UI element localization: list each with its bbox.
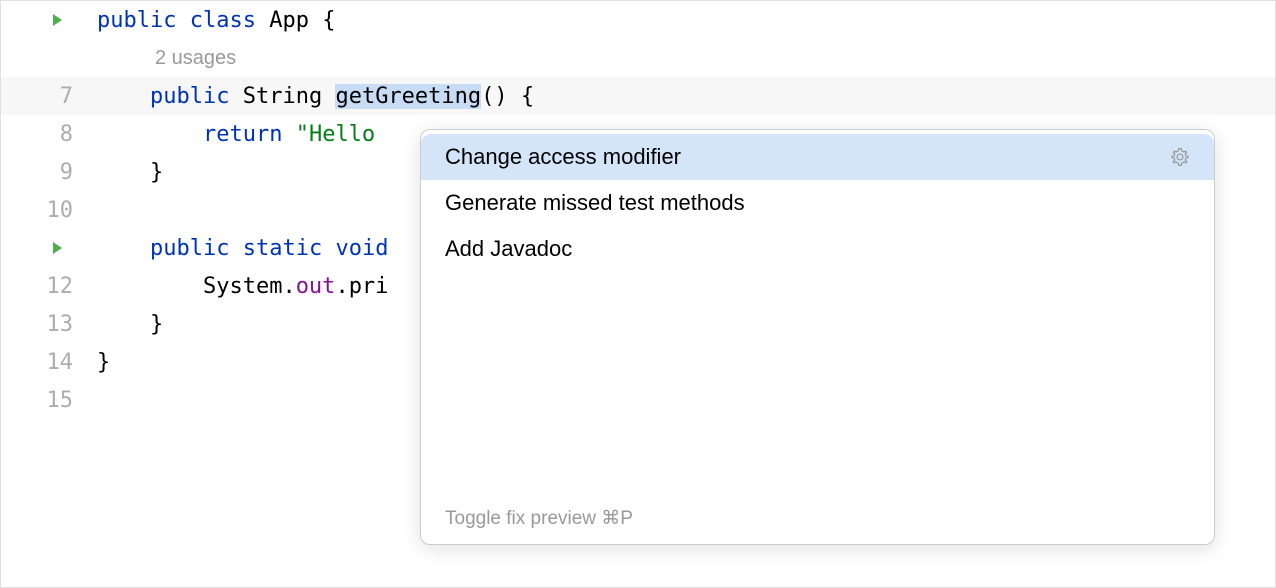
- keyword: class: [190, 8, 256, 33]
- line-number: 15: [1, 381, 81, 419]
- line-number: 14: [1, 343, 81, 381]
- popup-item-generate-tests[interactable]: Generate missed test methods: [421, 180, 1214, 226]
- dot: .: [335, 274, 348, 299]
- run-icon[interactable]: [49, 1, 65, 39]
- popup-footer-hint: Toggle fix preview ⌘P: [421, 497, 1214, 544]
- gear-icon[interactable]: [1170, 147, 1190, 167]
- brace: {: [309, 8, 336, 33]
- gutter-cell[interactable]: [1, 1, 97, 39]
- code-line[interactable]: public class App {: [97, 1, 1275, 39]
- identifier: System.: [203, 274, 296, 299]
- keyword: public: [150, 236, 229, 261]
- line-number: 8: [1, 115, 81, 153]
- line-number: 13: [1, 305, 81, 343]
- popup-item-add-javadoc[interactable]: Add Javadoc: [421, 226, 1214, 272]
- identifier-partial: pri: [349, 274, 389, 299]
- brace: }: [150, 160, 163, 185]
- gutter-cell[interactable]: [1, 229, 97, 267]
- brace: }: [150, 312, 163, 337]
- line-number: 12: [1, 267, 81, 305]
- usages-hint[interactable]: 2 usages: [97, 39, 236, 77]
- keyword: public: [97, 8, 176, 33]
- gutter-cell: [1, 39, 97, 77]
- class-name: App: [269, 8, 309, 33]
- run-icon[interactable]: [49, 229, 65, 267]
- field: out: [296, 274, 336, 299]
- code-line[interactable]: public String getGreeting() {: [97, 77, 1275, 115]
- popup-item-change-access-modifier[interactable]: Change access modifier: [421, 134, 1214, 180]
- line-number: 7: [1, 77, 81, 115]
- params: () {: [481, 84, 534, 109]
- keyword: static: [243, 236, 322, 261]
- popup-item-label: Change access modifier: [445, 144, 681, 170]
- selected-method-name: getGreeting: [335, 84, 481, 109]
- keyword: public: [150, 84, 229, 109]
- type: String: [243, 84, 322, 109]
- line-number: 10: [1, 191, 81, 229]
- line-number: 9: [1, 153, 81, 191]
- string-literal: "Hello: [296, 122, 389, 147]
- brace: }: [97, 350, 110, 375]
- intention-actions-popup: Change access modifier Generate missed t…: [420, 129, 1215, 545]
- keyword: void: [335, 236, 388, 261]
- popup-item-label: Add Javadoc: [445, 236, 572, 262]
- popup-item-label: Generate missed test methods: [445, 190, 745, 216]
- keyword: return: [203, 122, 282, 147]
